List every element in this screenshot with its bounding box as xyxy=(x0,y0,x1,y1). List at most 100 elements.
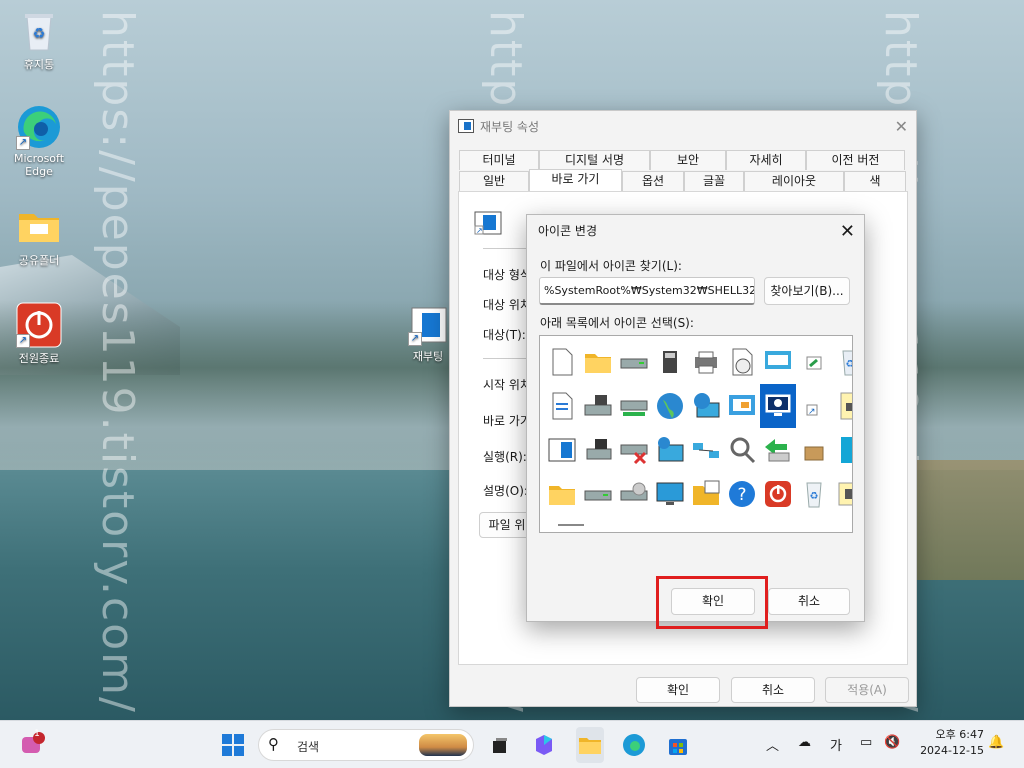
shortcut-key-label: 바로 가기 xyxy=(483,414,531,428)
apply-button[interactable]: 적용(A) xyxy=(825,677,909,703)
copilot-icon[interactable] xyxy=(530,731,558,759)
cancel-button[interactable]: 취소 xyxy=(768,588,850,615)
run-label: 실행(R): xyxy=(483,450,527,464)
icon-file-path-input[interactable]: %SystemRoot%₩System32₩SHELL32.d xyxy=(539,277,755,305)
svg-text:↗: ↗ xyxy=(476,226,483,235)
search-icon[interactable] xyxy=(724,428,760,472)
tab-shortcut[interactable]: 바로 가기 xyxy=(529,169,622,191)
desktop-icon-recycle-bin[interactable]: ♻ 휴지통 xyxy=(4,8,74,72)
volume-mute-icon[interactable]: 🔇 xyxy=(884,735,900,750)
file-explorer-icon[interactable] xyxy=(576,727,604,763)
floppy-drive-icon[interactable] xyxy=(580,384,616,428)
svg-text:♻: ♻ xyxy=(810,491,819,502)
search-placeholder: 검색 xyxy=(297,740,320,754)
onedrive-icon[interactable]: ☁ xyxy=(798,735,811,750)
shortcut-arrow-icon[interactable]: ↗ xyxy=(796,384,832,428)
tab-row-2: 일반 바로 가기 옵션 글꼴 레이아웃 색 xyxy=(459,169,906,191)
cd-drive-icon[interactable] xyxy=(616,472,652,516)
window-shortcut-icon: ↗ xyxy=(408,306,448,346)
tab-previous-versions[interactable]: 이전 버전 xyxy=(806,150,905,170)
time: 오후 6:47 xyxy=(935,728,984,741)
monitor-window-icon[interactable] xyxy=(760,340,796,384)
tab-font[interactable]: 글꼴 xyxy=(684,171,744,191)
network-monitor-icon[interactable] xyxy=(652,428,688,472)
tab-details[interactable]: 자세히 xyxy=(726,150,806,170)
network-icon[interactable] xyxy=(688,428,724,472)
date: 2024-12-15 xyxy=(920,744,984,757)
monitor-icon[interactable] xyxy=(652,472,688,516)
bell-icon[interactable]: 🔔 xyxy=(988,735,1004,750)
desktop-icon-shared-folder[interactable]: 공유폴더 xyxy=(4,204,74,268)
recycle-empty-icon[interactable]: ♻ xyxy=(796,472,832,516)
icon-list[interactable]: ♻ ↗? ♻ xyxy=(539,335,853,533)
power-icon[interactable] xyxy=(760,472,796,516)
ok-button[interactable]: 확인 xyxy=(636,677,720,703)
window-icon[interactable] xyxy=(544,428,580,472)
desktop-icon-label: 휴지통 xyxy=(23,58,55,71)
folder-icon xyxy=(16,204,62,250)
drive-error-icon[interactable] xyxy=(616,428,652,472)
text-document-icon[interactable] xyxy=(544,384,580,428)
tab-terminal[interactable]: 터미널 xyxy=(459,150,539,170)
recycle-bin-icon: ♻ xyxy=(16,8,62,54)
tab-color[interactable]: 색 xyxy=(844,171,906,191)
drive-icon[interactable] xyxy=(616,340,652,384)
ime-indicator[interactable]: 가 xyxy=(830,735,842,754)
tab-digital-signature[interactable]: 디지털 서명 xyxy=(539,150,650,170)
document-icon[interactable] xyxy=(544,340,580,384)
desktop-icon-edge[interactable]: ↗ Microsoft Edge xyxy=(4,104,74,178)
icon-grid: ♻ ↗? ♻ xyxy=(544,340,852,516)
shortcut-window-icon: ↗ xyxy=(473,210,503,236)
widgets-icon[interactable]: 1 xyxy=(18,729,46,759)
grid-folder-icon[interactable] xyxy=(688,472,724,516)
title-bar: 재부팅 속성 xyxy=(450,111,916,141)
network-drive-icon[interactable] xyxy=(616,384,652,428)
clock[interactable]: 오후 6:47 2024-12-15 xyxy=(920,727,984,759)
clock-document-icon[interactable] xyxy=(724,340,760,384)
svg-text:↗: ↗ xyxy=(808,407,816,417)
store-icon[interactable] xyxy=(664,731,692,759)
desktop-icon-label: Microsoft Edge xyxy=(13,152,65,178)
browse-button[interactable]: 찾아보기(B)... xyxy=(764,277,850,305)
folder-icon[interactable] xyxy=(580,340,616,384)
usb-arrow-icon[interactable] xyxy=(760,428,796,472)
tab-layout[interactable]: 레이아웃 xyxy=(744,171,844,191)
key-document-icon[interactable] xyxy=(832,384,852,428)
tab-options[interactable]: 옵션 xyxy=(622,171,684,191)
tab-row-1: 터미널 디지털 서명 보안 자세히 이전 버전 xyxy=(459,150,905,170)
globe-monitor-icon[interactable] xyxy=(688,384,724,428)
printer-icon[interactable] xyxy=(688,340,724,384)
drive-icon[interactable] xyxy=(580,472,616,516)
chevron-up-icon[interactable]: ︿ xyxy=(766,735,779,754)
close-icon[interactable]: ✕ xyxy=(895,117,908,136)
target-label: 대상(T): xyxy=(483,328,526,342)
close-icon[interactable]: ✕ xyxy=(840,221,855,242)
cyan-block-icon[interactable] xyxy=(832,428,852,472)
help-icon[interactable]: ? xyxy=(724,472,760,516)
desktop-icon-power-off[interactable]: ↗ 전원종료 xyxy=(4,302,74,366)
folder-icon[interactable] xyxy=(544,472,580,516)
svg-text:♻: ♻ xyxy=(33,26,46,42)
box-icon[interactable] xyxy=(796,428,832,472)
floppy-icon[interactable] xyxy=(580,428,616,472)
power-monitor-icon[interactable] xyxy=(760,384,796,428)
network-icon[interactable]: ▭ xyxy=(860,735,872,750)
watermark: https://pepes119.tistory.com/ xyxy=(92,10,143,714)
control-panel-icon[interactable] xyxy=(724,384,760,428)
start-icon[interactable] xyxy=(219,731,247,759)
desktop-icon-label: 공유폴더 xyxy=(18,254,60,267)
task-view-icon[interactable] xyxy=(486,731,514,759)
search-box[interactable]: ⚲ 검색 xyxy=(258,729,474,761)
key-folder-icon[interactable] xyxy=(832,472,852,516)
edge-taskbar-icon[interactable] xyxy=(620,731,648,759)
tab-security[interactable]: 보안 xyxy=(650,150,726,170)
desktop-icon-label: 전원종료 xyxy=(18,352,60,365)
recycle-full-icon[interactable]: ♻ xyxy=(832,340,852,384)
notification-count: 1 xyxy=(34,729,40,739)
chip-icon[interactable] xyxy=(652,340,688,384)
globe-icon[interactable] xyxy=(652,384,688,428)
shortcut-window-icon[interactable] xyxy=(796,340,832,384)
tab-general[interactable]: 일반 xyxy=(459,171,529,191)
cancel-button[interactable]: 취소 xyxy=(731,677,815,703)
scrollbar[interactable] xyxy=(558,524,584,526)
